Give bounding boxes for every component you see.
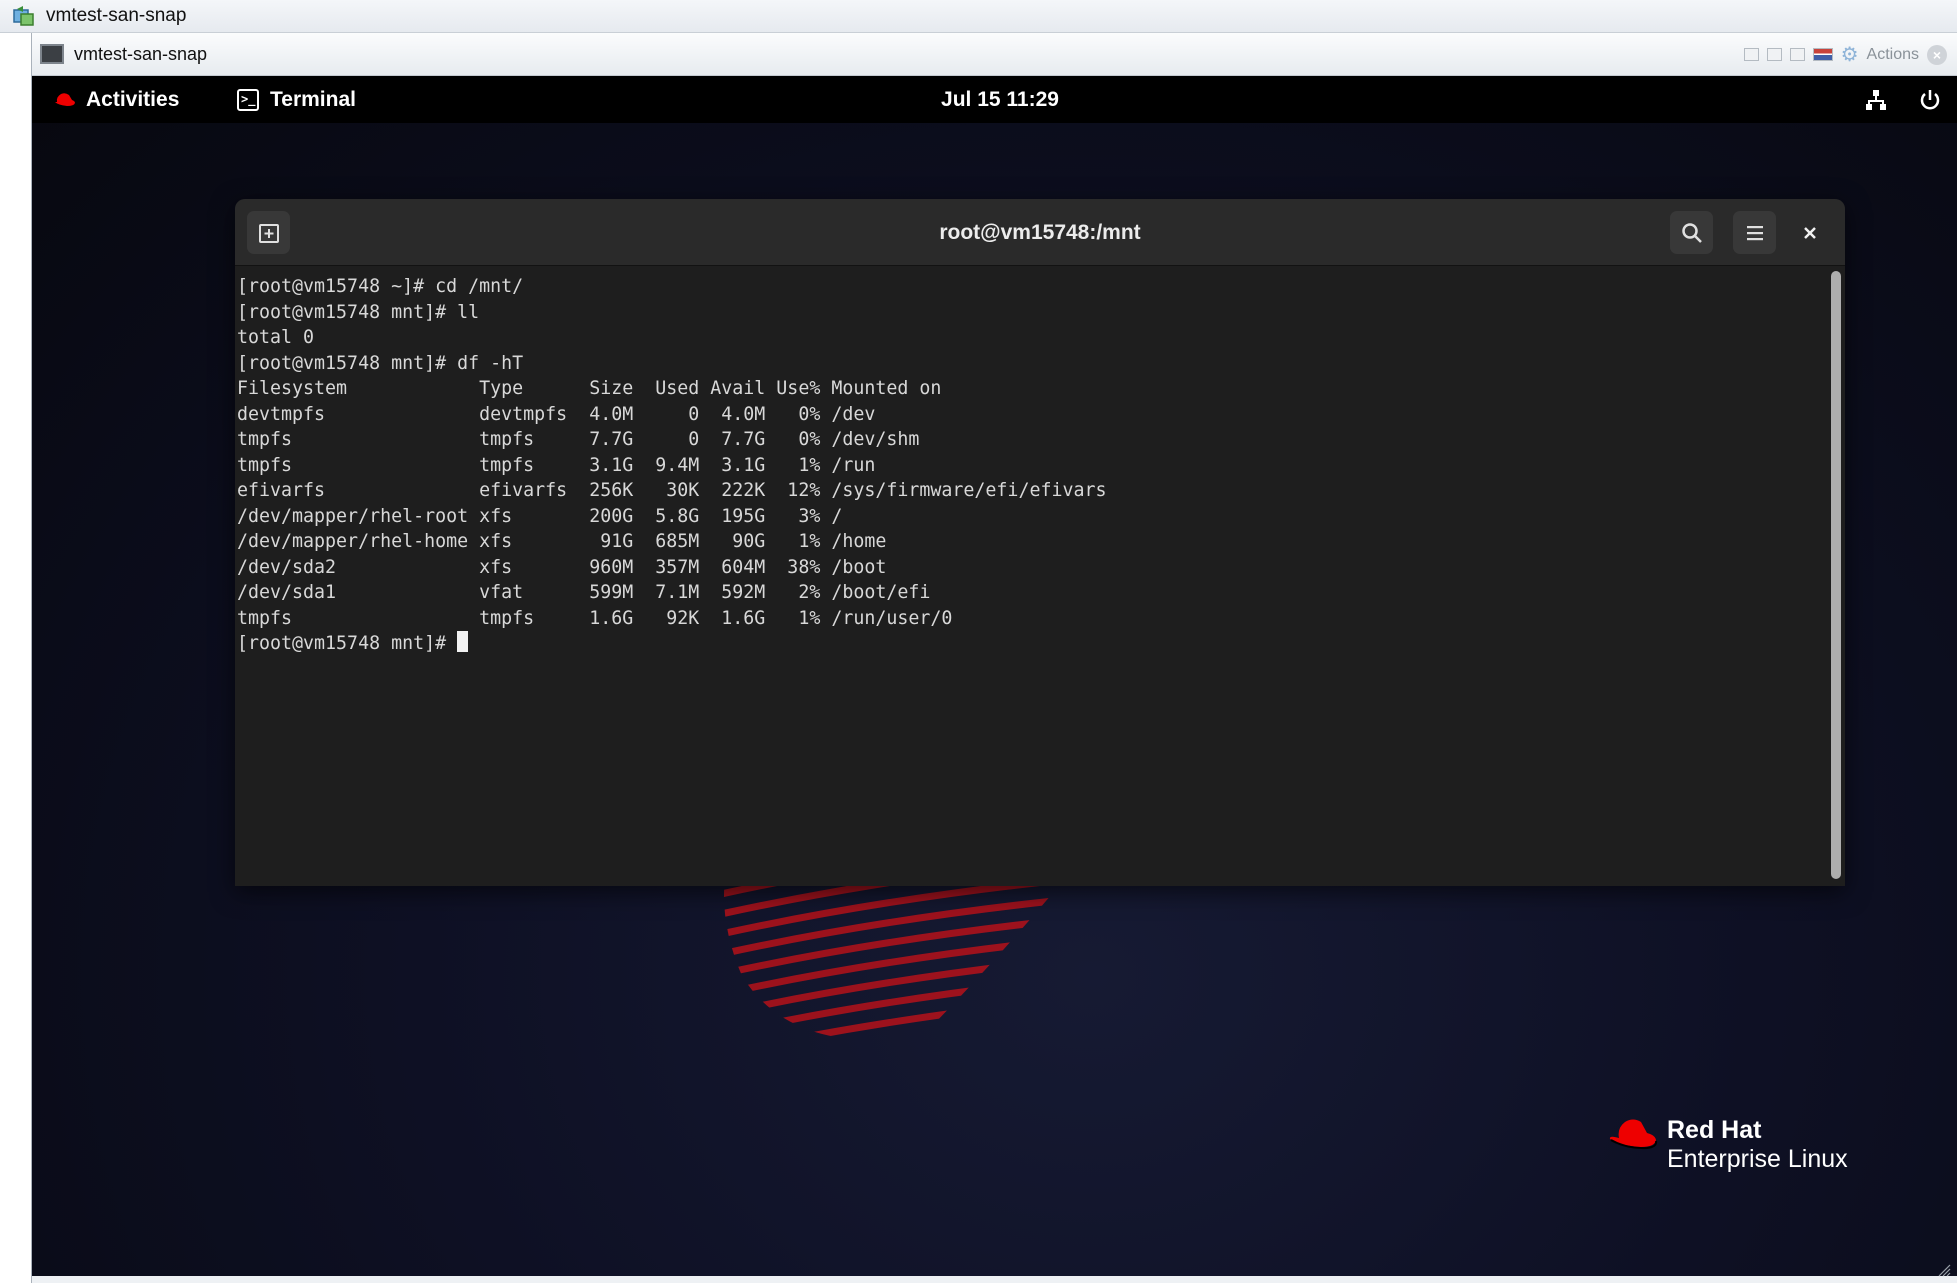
outer-window-title: vmtest-san-snap bbox=[46, 5, 187, 26]
fit-window-icon[interactable] bbox=[1743, 48, 1759, 61]
terminal-line: /dev/sda1 vfat 599M 7.1M 592M 2% /boot/e… bbox=[237, 582, 931, 603]
console-icon bbox=[40, 44, 64, 64]
fullscreen-icon[interactable] bbox=[1766, 48, 1782, 61]
power-icon[interactable] bbox=[1918, 88, 1942, 112]
terminal-line: Filesystem Type Size Used Avail Use% Mou… bbox=[237, 378, 942, 399]
clock[interactable]: Jul 15 11:29 bbox=[32, 76, 1957, 123]
terminal-header-bar: root@vm15748:/mnt bbox=[235, 199, 1845, 266]
close-icon bbox=[1803, 226, 1816, 239]
console-toolbar: ⚙ Actions × bbox=[1743, 33, 1947, 76]
actions-menu[interactable]: Actions bbox=[1867, 46, 1919, 64]
rhel-logo-line1: Red Hat bbox=[1667, 1116, 1762, 1144]
console-title-bar: vmtest-san-snap ⚙ Actions × bbox=[32, 33, 1957, 76]
system-status-area[interactable] bbox=[1864, 76, 1942, 123]
rhel-logo: Red Hat Enterprise Linux bbox=[1607, 1116, 1848, 1174]
terminal-line: /dev/mapper/rhel-root xfs 200G 5.8G 195G… bbox=[237, 505, 843, 527]
terminal-line: efivarfs efivarfs 256K 30K 222K 12% /sys… bbox=[237, 480, 1107, 501]
gear-icon[interactable]: ⚙ bbox=[1841, 42, 1859, 67]
terminal-line: /dev/sda2 xfs 960M 357M 604M 38% /boot bbox=[237, 556, 887, 578]
terminal-line: /dev/mapper/rhel-home xfs 91G 685M 90G 1… bbox=[237, 531, 887, 552]
menu-button[interactable] bbox=[1733, 211, 1776, 254]
terminal-line: [root@vm15748 mnt]# ll bbox=[237, 301, 480, 323]
search-button[interactable] bbox=[1670, 211, 1713, 254]
vm-console-window: vmtest-san-snap ⚙ Actions × Activities >… bbox=[31, 33, 1957, 1283]
gnome-top-bar: Activities >_ Terminal Jul 15 11:29 bbox=[32, 76, 1957, 123]
redhat-logo-icon bbox=[1609, 1119, 1658, 1150]
terminal-line: tmpfs tmpfs 1.6G 92K 1.6G 1% /run/user/0 bbox=[237, 607, 953, 629]
close-icon[interactable]: × bbox=[1927, 44, 1947, 65]
hamburger-menu-icon bbox=[1746, 225, 1763, 240]
close-terminal-button[interactable] bbox=[1788, 211, 1831, 254]
search-icon bbox=[1681, 222, 1702, 243]
terminal-scrollbar[interactable] bbox=[1831, 271, 1841, 879]
terminal-output[interactable]: [root@vm15748 ~]# cd /mnt/ [root@vm15748… bbox=[235, 266, 1845, 886]
terminal-line: devtmpfs devtmpfs 4.0M 0 4.0M 0% /dev bbox=[237, 403, 876, 425]
gnome-desktop: Activities >_ Terminal Jul 15 11:29 root… bbox=[32, 76, 1957, 1276]
console-title: vmtest-san-snap bbox=[74, 43, 208, 64]
terminal-title: root@vm15748:/mnt bbox=[939, 221, 1141, 244]
vm-app-icon bbox=[12, 5, 36, 27]
network-wired-icon[interactable] bbox=[1864, 88, 1888, 112]
terminal-line: tmpfs tmpfs 3.1G 9.4M 3.1G 1% /run bbox=[237, 454, 876, 476]
outer-title-bar: vmtest-san-snap bbox=[0, 0, 1957, 33]
keyboard-language-icon[interactable] bbox=[1812, 48, 1833, 61]
terminal-line: total 0 bbox=[237, 327, 315, 348]
window-icon[interactable] bbox=[1789, 48, 1805, 61]
terminal-line: tmpfs tmpfs 7.7G 0 7.7G 0% /dev/shm bbox=[237, 429, 920, 450]
terminal-line: [root@vm15748 mnt]# df -hT bbox=[237, 352, 524, 374]
text-cursor bbox=[457, 631, 469, 652]
terminal-window: root@vm15748:/mnt [root@vm15748 ~]# cd /… bbox=[235, 199, 1845, 886]
rhel-logo-line2: Enterprise Linux bbox=[1667, 1145, 1848, 1173]
resize-grip-icon[interactable] bbox=[1937, 1263, 1951, 1277]
terminal-prompt: [root@vm15748 mnt]# bbox=[237, 633, 458, 654]
terminal-line: [root@vm15748 ~]# cd /mnt/ bbox=[237, 276, 524, 297]
terminal-prompt-line[interactable]: [root@vm15748 mnt]# bbox=[237, 631, 1845, 657]
